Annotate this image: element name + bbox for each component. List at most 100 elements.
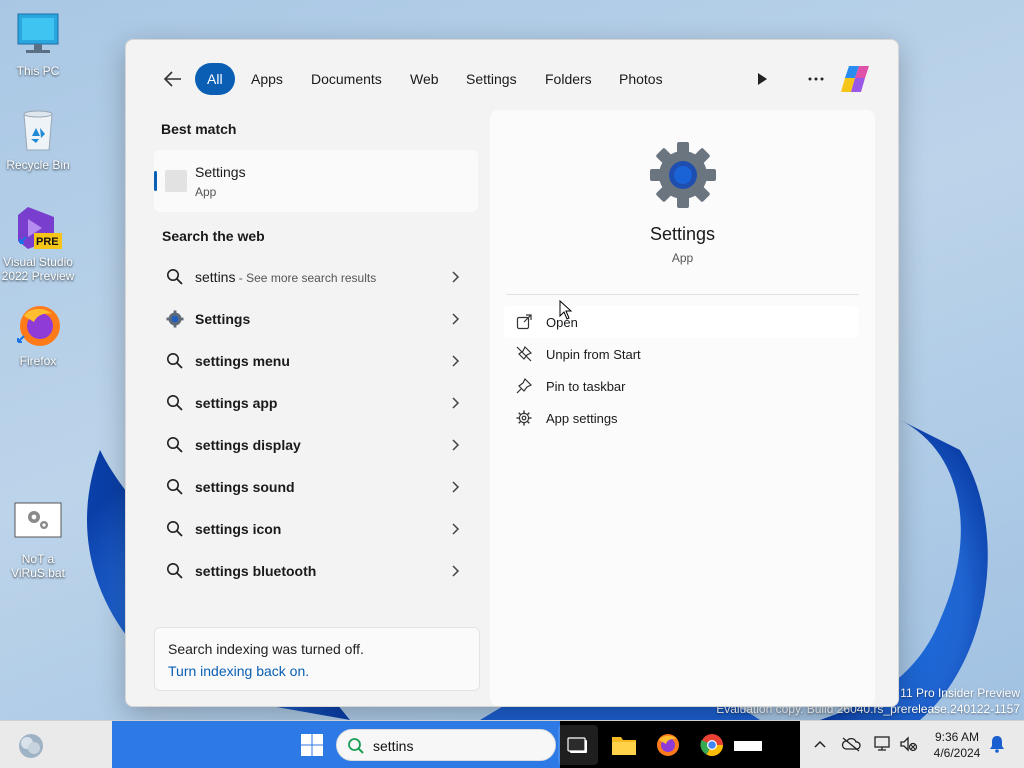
web-result-query: settins [195,269,236,285]
chevron-right-icon [452,355,460,367]
taskbar-search-input[interactable] [373,736,543,756]
cloud-off-icon [841,737,861,752]
search-icon [167,395,183,411]
network-tray-icon[interactable] [872,733,894,755]
pin-to-taskbar-action[interactable]: Pin to taskbar [504,370,858,402]
notifications-button[interactable] [986,733,1008,755]
chevron-right-icon [452,523,460,535]
chevron-right-icon [452,397,460,409]
taskbar-file-explorer[interactable] [604,725,644,765]
web-result-row[interactable]: settings bluetooth [154,552,478,590]
chevron-right-icon [452,439,460,451]
app-settings-label: App settings [546,411,618,426]
task-view-icon [567,737,587,753]
taskbar: 9:36 AM 4/6/2024 [0,720,1024,768]
unpin-label: Unpin from Start [546,347,641,362]
web-result-row[interactable]: settings menu [154,342,478,380]
filter-apps[interactable]: Apps [239,63,295,95]
web-result-row[interactable]: settings icon [154,510,478,548]
system-clock[interactable]: 9:36 AM 4/6/2024 [926,729,988,761]
taskbar-firefox[interactable] [648,725,688,765]
web-result-text: settings icon [195,521,282,537]
web-result-hint: - See more search results [235,271,377,285]
desktop-icon-not-a-virus-bat[interactable]: NoT a ViRuS.bat [0,500,76,580]
firefox-icon [657,734,679,756]
web-result-text: settings menu [195,353,290,369]
gear-icon [516,410,532,426]
taskbar-search-box[interactable] [336,729,556,761]
bell-icon [990,736,1004,753]
unpin-from-start-action[interactable]: Unpin from Start [504,338,858,370]
search-web-heading: Search the web [162,228,265,244]
filter-folders[interactable]: Folders [533,63,604,95]
search-icon [348,738,364,754]
volume-tray-icon[interactable] [898,733,920,755]
more-options-button[interactable] [802,65,830,93]
desktop-icon-recycle-bin[interactable]: Recycle Bin [0,106,76,172]
back-arrow-icon [163,71,181,87]
web-result-row[interactable]: settings app [154,384,478,422]
desktop-icon-visual-studio[interactable]: PRE Visual Studio 2022 Preview [0,203,76,283]
copilot-button[interactable] [838,62,872,96]
filter-documents[interactable]: Documents [299,63,394,95]
desktop-icon-firefox[interactable]: Firefox [0,302,76,368]
mouse-cursor [559,300,573,320]
monitor-icon [14,12,62,60]
web-result-row[interactable]: settings sound [154,468,478,506]
settings-gear-icon [166,310,184,328]
web-result-row[interactable]: settings display [154,426,478,464]
filter-all[interactable]: All [195,63,235,95]
clock-time: 9:36 AM [934,730,980,744]
taskbar-app-window-thumbnail[interactable] [734,741,762,751]
preview-app-name: Settings [649,224,716,244]
batch-file-icon [14,500,62,548]
recycle-bin-icon [14,106,62,154]
web-result-text: settings app [195,395,278,411]
turn-indexing-on-link[interactable]: Turn indexing back on. [168,663,309,679]
settings-gear-icon [650,142,716,208]
chrome-icon [700,734,723,756]
web-result-row[interactable]: settins - See more search results [154,258,478,296]
filter-photos[interactable]: Photos [607,63,675,95]
open-action[interactable]: Open [504,306,858,338]
back-button[interactable] [162,68,184,90]
filter-settings[interactable]: Settings [454,63,529,95]
preview-pane: Settings App Open Unpin from Start Pin t… [490,110,875,706]
app-settings-action[interactable]: App settings [504,402,858,434]
folder-icon [612,737,636,755]
best-match-result[interactable]: Settings App [154,150,478,212]
settings-app-icon [165,170,187,192]
best-match-type: App [195,185,217,199]
desktop-icon-label: Firefox [19,354,57,368]
preview-app-type: App [671,251,694,265]
best-match-name: Settings [195,164,246,180]
taskbar-chrome[interactable] [692,725,732,765]
build-watermark-line1: 11 Pro Insider Preview [900,686,1020,700]
web-result-text: Settings [195,311,251,327]
search-icon [167,269,183,285]
weather-icon [19,734,43,758]
web-result-text: settings bluetooth [195,563,317,579]
show-hidden-icons-button[interactable] [809,733,831,755]
chevron-right-icon [452,565,460,577]
chevron-up-icon [814,740,826,748]
more-filters-button[interactable] [748,65,776,93]
taskbar-task-view[interactable] [558,725,598,765]
web-result-text: settings display [195,437,301,453]
windows-logo-icon [301,734,323,756]
filter-web[interactable]: Web [398,63,451,95]
search-icon [167,563,183,579]
onedrive-tray-icon[interactable] [840,733,862,755]
start-button[interactable] [292,723,332,767]
search-flyout: All Apps Documents Web Settings Folders … [125,39,899,707]
pin-label: Pin to taskbar [546,379,626,394]
search-icon [167,521,183,537]
indexing-notice: Search indexing was turned off. Turn ind… [154,627,480,691]
desktop-icon-this-pc[interactable]: This PC [0,12,76,78]
open-external-icon [516,314,532,330]
widgets-button[interactable] [14,729,48,763]
desktop-icon-label: Recycle Bin [6,158,70,172]
desktop-icon-label: This PC [16,64,60,78]
web-result-row[interactable]: Settings [154,300,478,338]
visual-studio-icon: PRE [14,203,62,251]
